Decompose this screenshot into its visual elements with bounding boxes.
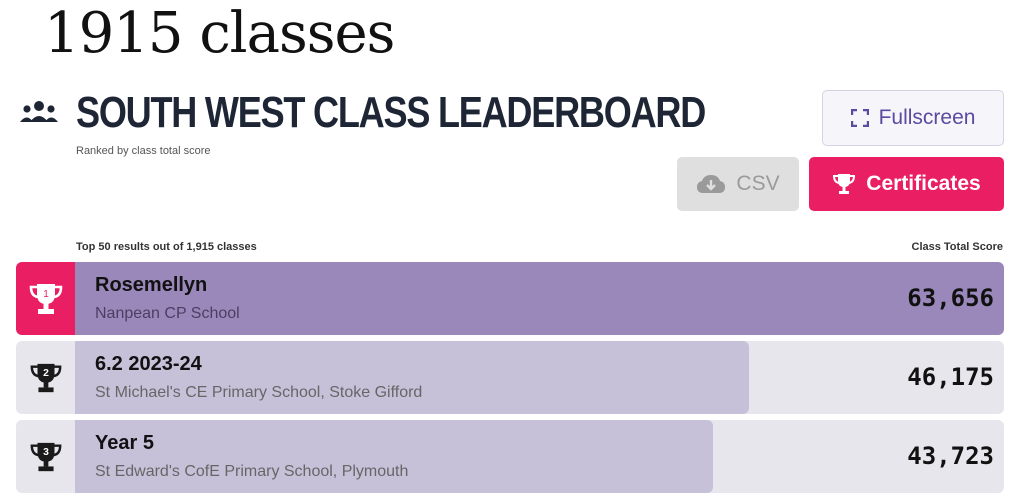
fullscreen-label: Fullscreen: [878, 106, 976, 129]
class-score: 43,723: [907, 442, 994, 470]
page-title: SOUTH WEST CLASS LEADERBOARD: [76, 88, 706, 137]
rank-badge: 2: [16, 341, 75, 414]
class-name: Year 5: [95, 432, 154, 454]
csv-label: CSV: [736, 172, 780, 195]
class-name: Rosemellyn: [95, 274, 208, 296]
rank-badge: 3: [16, 420, 75, 493]
trophy-icon: 2: [30, 363, 61, 392]
trophy-icon: [833, 174, 856, 194]
trophy-icon: 1: [29, 283, 62, 314]
school-name: St Michael's CE Primary School, Stoke Gi…: [95, 384, 423, 401]
cloud-download-icon: [697, 175, 726, 193]
results-summary: Top 50 results out of 1,915 classes: [76, 241, 257, 253]
group-icon: [20, 101, 58, 122]
certificates-button[interactable]: Certificates: [809, 157, 1004, 211]
rank-number: 2: [43, 368, 49, 379]
school-name: St Edward's CofE Primary School, Plymout…: [95, 463, 409, 480]
leaderboard-row[interactable]: 1 Rosemellyn Nanpean CP School 63,656: [16, 262, 1004, 335]
score-bar: [75, 262, 1004, 335]
rank-number: 3: [43, 447, 49, 458]
expand-icon: [850, 109, 869, 127]
leaderboard-row[interactable]: 2 6.2 2023-24 St Michael's CE Primary Sc…: [16, 341, 1004, 414]
class-score: 63,656: [907, 284, 994, 312]
school-name: Nanpean CP School: [95, 305, 240, 322]
fullscreen-button[interactable]: Fullscreen: [822, 90, 1004, 146]
leaderboard-row[interactable]: 3 Year 5 St Edward's CofE Primary School…: [16, 420, 1004, 493]
certificates-label: Certificates: [866, 172, 981, 195]
score-bar: [75, 420, 713, 493]
leaderboard-list: 1 Rosemellyn Nanpean CP School 63,656 2 …: [16, 262, 1004, 499]
rank-number: 1: [43, 289, 49, 300]
class-score: 46,175: [907, 363, 994, 391]
csv-button[interactable]: CSV: [677, 157, 799, 211]
score-column-header: Class Total Score: [911, 241, 1004, 253]
class-name: 6.2 2023-24: [95, 353, 202, 375]
page-subtitle: Ranked by class total score: [76, 145, 211, 157]
trophy-icon: 3: [30, 442, 61, 471]
caption: 1915 classes: [44, 1, 395, 66]
rank-badge: 1: [16, 262, 75, 335]
score-bar: [75, 341, 749, 414]
